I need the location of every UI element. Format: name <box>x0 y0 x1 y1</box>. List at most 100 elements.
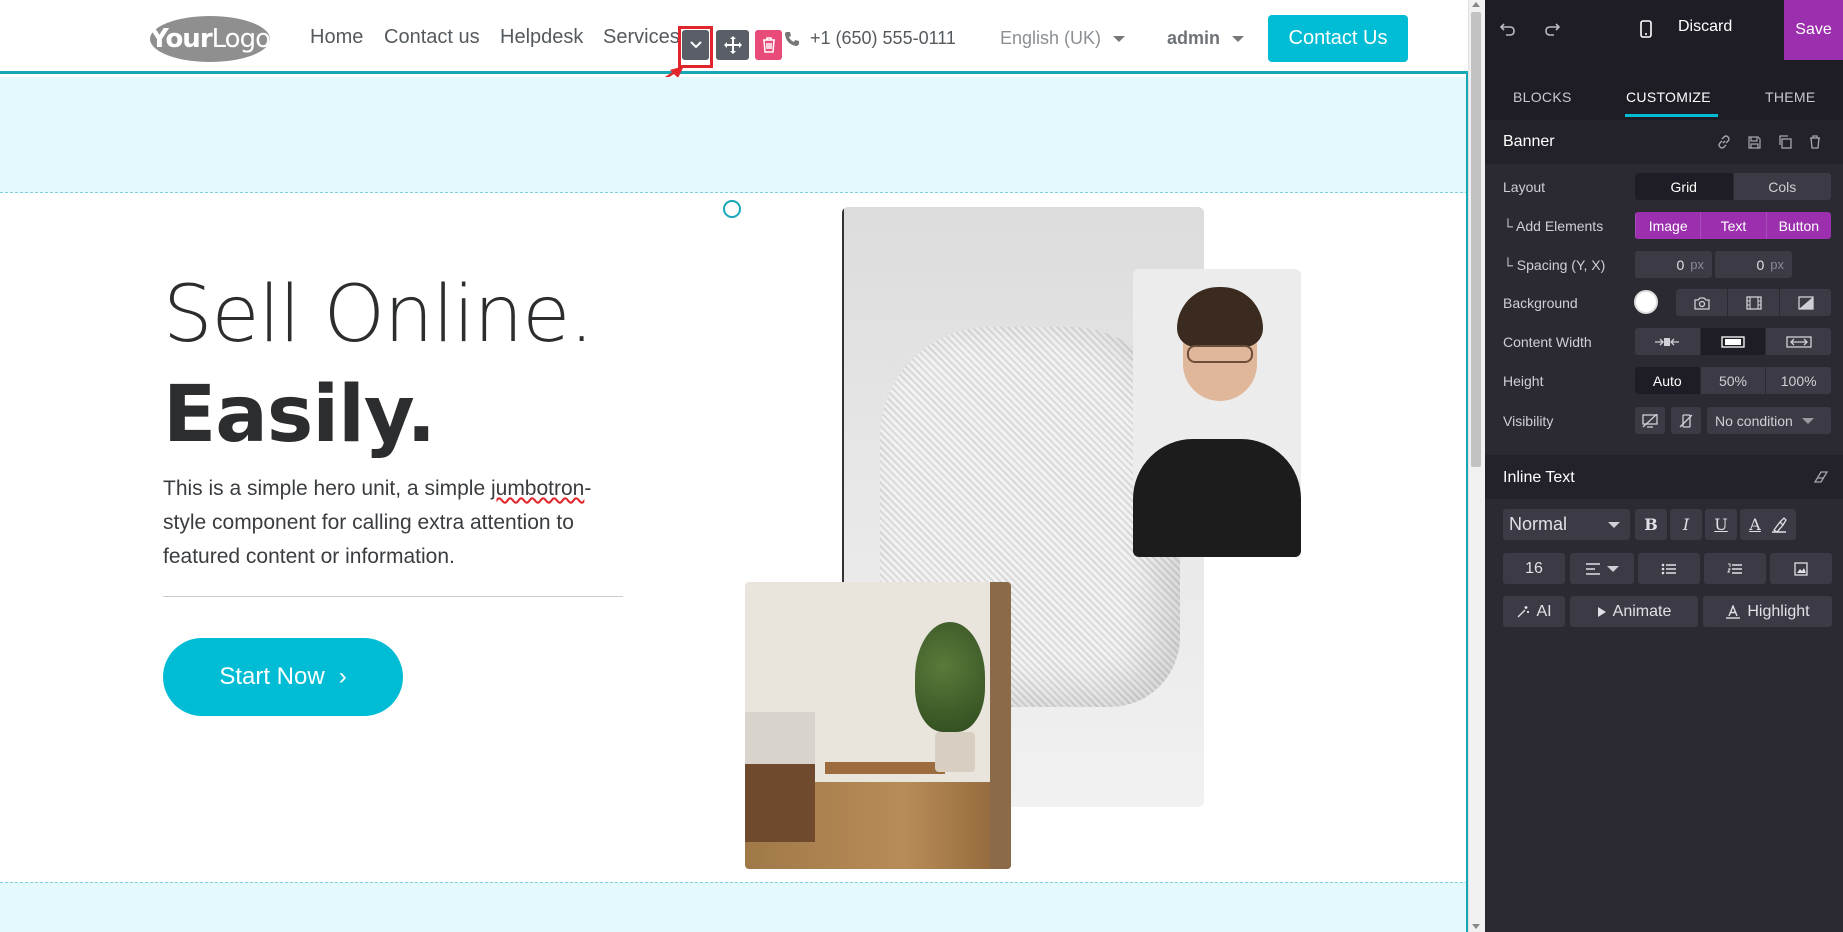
snippet-delete-button[interactable] <box>755 30 782 60</box>
portrait-image[interactable] <box>1133 269 1301 557</box>
interior-image[interactable] <box>745 582 1011 869</box>
background-gradient-option[interactable] <box>1779 289 1831 316</box>
language-selector[interactable]: English (UK) <box>1000 28 1126 49</box>
nav-services[interactable]: Services <box>603 26 680 49</box>
editor-topbar: Discard Save <box>1485 0 1843 60</box>
caret-down-icon <box>1801 417 1814 424</box>
bullet-list-button[interactable] <box>1638 553 1700 584</box>
italic-button[interactable]: I <box>1670 509 1702 540</box>
site-logo[interactable]: Your Logo <box>150 16 271 62</box>
logo-text-bold: Your <box>150 24 213 54</box>
background-color-picker[interactable] <box>1634 290 1658 314</box>
website-canvas: Your Logo Home Contact us Helpdesk Servic… <box>0 0 1468 932</box>
header-contact-button[interactable]: Contact Us <box>1268 15 1408 62</box>
regular-width-icon <box>1721 335 1745 348</box>
language-label: English (UK) <box>1000 28 1102 48</box>
ai-button[interactable]: AI <box>1503 596 1565 627</box>
align-dropdown[interactable] <box>1570 553 1634 584</box>
font-size-value: 16 <box>1525 559 1543 577</box>
next-section[interactable] <box>0 882 1468 932</box>
tab-customize[interactable]: CUSTOMIZE <box>1626 89 1711 105</box>
content-width-regular-option[interactable] <box>1699 328 1766 355</box>
hero-paragraph[interactable]: This is a simple hero unit, a simple jum… <box>163 472 633 574</box>
layout-cols-option[interactable]: Cols <box>1732 173 1832 200</box>
discard-button[interactable]: Discard <box>1678 18 1732 36</box>
link-icon[interactable] <box>1716 134 1732 150</box>
delete-block-icon[interactable] <box>1807 134 1823 150</box>
height-50-option[interactable]: 50% <box>1699 367 1766 394</box>
font-size-input[interactable]: 16 <box>1503 553 1565 584</box>
content-width-group <box>1635 328 1831 355</box>
mobile-preview-icon[interactable] <box>1635 18 1657 40</box>
spacing-x-input[interactable]: 0 px <box>1715 251 1792 278</box>
numbered-list-button[interactable] <box>1704 553 1766 584</box>
animate-button[interactable]: Animate <box>1570 596 1698 627</box>
scroll-up-arrow-icon[interactable] <box>1472 2 1480 7</box>
background-type-group <box>1676 289 1831 316</box>
background-label: Background <box>1503 295 1578 311</box>
height-100-option[interactable]: 100% <box>1765 367 1831 394</box>
user-menu[interactable]: admin <box>1167 28 1245 49</box>
add-elements-label: └ Add Elements <box>1503 218 1604 234</box>
numbered-list-icon <box>1727 563 1742 574</box>
height-auto-option[interactable]: Auto <box>1635 367 1700 394</box>
nav-contact-us[interactable]: Contact us <box>384 26 480 49</box>
hide-desktop-toggle[interactable] <box>1635 407 1665 434</box>
hero-title-line-2[interactable]: Easily. <box>163 370 436 460</box>
highlight-color-icon[interactable] <box>1771 516 1787 533</box>
spacing-y-unit: px <box>1690 257 1704 272</box>
content-width-full-option[interactable] <box>1765 328 1831 355</box>
spacing-y-value: 0 <box>1676 256 1685 273</box>
nav-home[interactable]: Home <box>310 26 363 49</box>
highlight-label: Highlight <box>1747 602 1810 620</box>
background-image-option[interactable] <box>1676 289 1727 316</box>
layout-grid-option[interactable]: Grid <box>1635 173 1733 200</box>
chevron-right-icon: › <box>338 663 347 690</box>
background-video-option[interactable] <box>1727 289 1779 316</box>
add-image-button[interactable]: Image <box>1635 212 1700 239</box>
tab-theme[interactable]: THEME <box>1765 89 1816 105</box>
italic-icon: I <box>1682 515 1690 534</box>
page-scrollbar-thumb[interactable] <box>1471 12 1481 467</box>
height-group: Auto 50% 100% <box>1635 367 1831 394</box>
phone-link[interactable]: +1 (650) 555-0111 <box>784 28 956 49</box>
tab-blocks[interactable]: BLOCKS <box>1513 89 1572 105</box>
hide-mobile-toggle[interactable] <box>1671 407 1701 434</box>
editor-tabs: BLOCKS CUSTOMIZE THEME <box>1485 60 1843 120</box>
text-style-select[interactable]: Normal <box>1503 509 1630 540</box>
caret-down-icon <box>1607 565 1619 572</box>
clear-format-icon[interactable] <box>1813 469 1829 485</box>
undo-icon[interactable] <box>1497 18 1519 40</box>
insert-media-button[interactable] <box>1770 553 1832 584</box>
add-text-button[interactable]: Text <box>1700 212 1765 239</box>
duplicate-icon[interactable] <box>1777 134 1793 150</box>
image-icon <box>1794 561 1808 576</box>
drop-zone-indicator[interactable] <box>723 200 741 218</box>
camera-icon <box>1693 296 1710 310</box>
hero-paragraph-text: This is a simple hero unit, a simple <box>163 477 491 500</box>
phone-number: +1 (650) 555-0111 <box>810 28 956 48</box>
empty-section[interactable] <box>0 77 1468 218</box>
content-width-small-option[interactable] <box>1635 328 1700 355</box>
start-now-button[interactable]: Start Now › <box>163 638 403 716</box>
scroll-down-arrow-icon[interactable] <box>1472 924 1480 929</box>
text-style-value: Normal <box>1509 514 1568 534</box>
nav-helpdesk[interactable]: Helpdesk <box>500 26 583 49</box>
redo-icon[interactable] <box>1541 18 1563 40</box>
highlight-button[interactable]: Highlight <box>1703 596 1832 627</box>
bold-button[interactable]: B <box>1635 509 1667 540</box>
spacing-y-input[interactable]: 0 px <box>1635 251 1712 278</box>
text-color-icon[interactable]: A <box>1749 515 1761 534</box>
active-tab-indicator <box>1625 114 1718 117</box>
add-button-button[interactable]: Button <box>1765 212 1831 239</box>
hide-mobile-icon <box>1679 413 1693 428</box>
save-button[interactable]: Save <box>1784 0 1843 60</box>
snippet-move-handle[interactable] <box>716 30 749 60</box>
hero-title-line-1[interactable]: Sell Online. <box>163 270 594 360</box>
move-icon <box>723 36 742 54</box>
color-buttons: A <box>1740 509 1796 540</box>
banner-title: Banner <box>1503 133 1555 150</box>
save-block-icon[interactable] <box>1746 134 1762 150</box>
underline-button[interactable]: U <box>1705 509 1737 540</box>
visibility-condition-select[interactable]: No condition <box>1707 407 1831 434</box>
